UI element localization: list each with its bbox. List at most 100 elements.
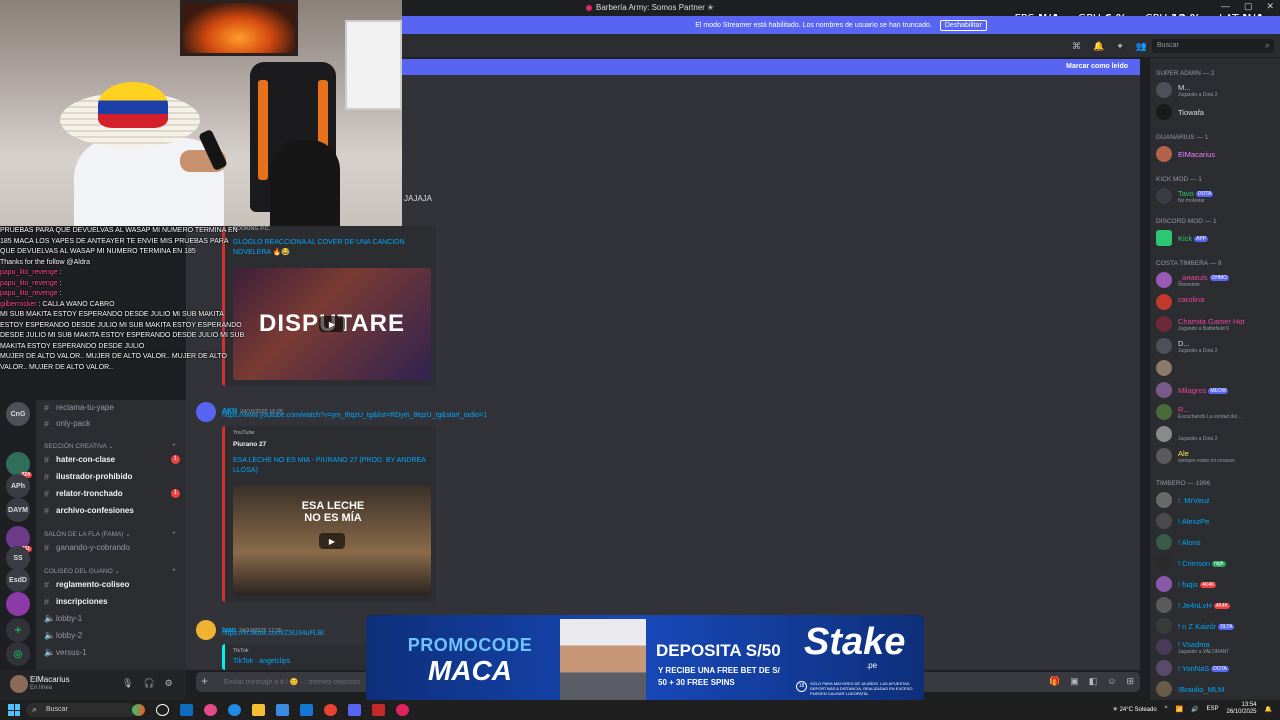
member-item[interactable]: ! Crimson high <box>1156 553 1280 573</box>
voice-channel-item[interactable]: 🔈 lobby-2 <box>44 628 184 643</box>
obs-icon[interactable] <box>372 704 385 716</box>
widget-icon[interactable] <box>132 704 145 716</box>
search-input[interactable]: Buscar ⌕ <box>1152 39 1274 53</box>
volume-icon[interactable]: 🔊 <box>1191 706 1198 713</box>
member-item[interactable]: Tiowafa <box>1156 102 1280 122</box>
app-icon[interactable] <box>396 704 409 716</box>
disable-streamer-button[interactable]: Deshabilitar <box>939 19 987 31</box>
weather-widget[interactable]: ☀ 24°C Soleado <box>1113 706 1157 713</box>
member-item[interactable]: ElMacarius <box>1156 144 1280 164</box>
chrome-icon[interactable] <box>324 704 337 716</box>
channel-item[interactable]: # reglamento-coliseo <box>44 577 184 592</box>
notifications-icon[interactable]: 🔔 <box>1265 706 1272 713</box>
store-icon[interactable] <box>276 704 289 716</box>
category-header[interactable]: SALÓN DE LA FLA (FAMA) ⌄ + <box>44 530 176 538</box>
play-icon[interactable]: ▶ <box>319 533 345 549</box>
member-item[interactable]: !Braulio_MLM <box>1156 679 1280 699</box>
channel-item[interactable]: # hater-con-clase 1 <box>44 452 184 467</box>
mark-as-read-button[interactable]: Marcar como leído <box>1066 63 1128 70</box>
channel-item[interactable]: # only-pack <box>44 416 184 431</box>
member-item[interactable]: ! fuqis 4K4K <box>1156 574 1280 594</box>
avatar[interactable] <box>10 675 28 693</box>
voice-channel-item[interactable]: 🔈 lobby-1 <box>44 611 184 626</box>
voice-channel-item[interactable]: 🔈 versus-1 <box>44 645 184 660</box>
channel-item[interactable]: # ganando-y-cobrando <box>44 540 184 555</box>
member-item[interactable]: Kick APP <box>1156 228 1280 248</box>
attach-button[interactable]: + <box>201 674 208 688</box>
new-messages-bar[interactable]: Marcar como leído <box>402 59 1140 75</box>
category-header[interactable]: COLISEO DEL GUANO ⌄ + <box>44 567 176 575</box>
member-item[interactable]: ! Alons <box>1156 532 1280 552</box>
member-item[interactable]: Chamita Gamer Hot Jugando a Battlefield 6 <box>1156 314 1280 334</box>
server-icon[interactable]: SS <box>6 546 30 570</box>
pin-icon[interactable]: ✦ <box>1116 41 1124 52</box>
taskbar-search[interactable]: ⌕ Buscar <box>26 703 136 717</box>
message-link[interactable]: https://vt.tiktok.com/ZSU34uFLB/ <box>222 630 324 637</box>
message-link[interactable]: https://www.youtube.com/watch?v=ym_8tqzU… <box>222 412 487 419</box>
maximize-button[interactable]: ▢ <box>1244 1 1253 12</box>
embed-video-thumbnail[interactable]: DISPUTARE ▶ <box>233 268 431 380</box>
member-item[interactable]: ! Je4nLvH 4K4K <box>1156 595 1280 615</box>
server-icon[interactable]: APh <box>6 474 30 498</box>
language-indicator[interactable]: ESP <box>1206 706 1218 712</box>
member-item[interactable] <box>1156 358 1280 378</box>
avatar[interactable] <box>196 620 216 640</box>
close-button[interactable]: ✕ <box>1266 1 1274 12</box>
category-header[interactable]: SECCIÓN CREATIVA ⌄ + <box>44 442 176 450</box>
embed-video-thumbnail[interactable]: ESA LECHE NO ES MÍA ▶ <box>233 486 431 596</box>
minimize-button[interactable]: — <box>1221 1 1230 12</box>
explore-servers-button[interactable]: ◎ <box>6 642 30 666</box>
member-item[interactable]: D... Jugando a Dota 2 <box>1156 336 1280 356</box>
channel-item[interactable]: # inscripciones <box>44 594 184 609</box>
threads-icon[interactable]: ⌘ <box>1072 41 1081 52</box>
gif-icon[interactable]: ▣ <box>1070 676 1079 687</box>
member-item[interactable]: Jugando a Dota 2 <box>1156 424 1280 444</box>
member-item[interactable]: Ale siempre estas mi corazon <box>1156 446 1280 466</box>
task-view-icon[interactable] <box>156 704 169 716</box>
gift-icon[interactable]: 🎁 <box>1049 676 1060 687</box>
outlook-icon[interactable] <box>300 704 313 716</box>
member-item[interactable]: ! AlexzPe <box>1156 511 1280 531</box>
member-item[interactable]: ! Vsadma Jugando a VALORANT <box>1156 637 1280 657</box>
server-icon[interactable]: EsdD <box>6 568 30 592</box>
add-channel-icon[interactable]: + <box>172 442 176 449</box>
member-item[interactable]: Milagros MEOW <box>1156 380 1280 400</box>
server-icon[interactable] <box>6 592 30 616</box>
server-icon[interactable]: 224 <box>6 452 32 478</box>
member-item[interactable]: ! .MrVeuz <box>1156 490 1280 510</box>
emoji-icon[interactable]: ☺ <box>1107 676 1116 687</box>
member-item[interactable]: carolina <box>1156 292 1280 312</box>
members-icon[interactable]: 👥 <box>1136 41 1147 52</box>
gear-icon[interactable]: ⚙ <box>165 678 173 689</box>
edge-icon[interactable] <box>228 704 241 716</box>
headphones-icon[interactable]: 🎧 <box>143 678 154 689</box>
member-item[interactable]: ! n Z Kaizôr DLTA <box>1156 616 1280 636</box>
clock[interactable]: 13:54 26/10/2025 <box>1226 702 1256 716</box>
file-manager-icon[interactable] <box>180 704 193 716</box>
member-item[interactable]: M... Jugando a Dota 2 <box>1156 80 1280 100</box>
microphone-icon[interactable]: 🎙 <box>122 678 133 689</box>
member-item[interactable]: ! YonNaS DOTA <box>1156 658 1280 678</box>
member-item[interactable]: _анакuis OHMO/moenime <box>1156 270 1280 290</box>
wifi-icon[interactable]: 📶 <box>1176 706 1183 713</box>
server-icon[interactable]: DAYM <box>6 498 30 522</box>
windows-start-icon[interactable] <box>8 704 20 716</box>
sticker-icon[interactable]: ◧ <box>1089 676 1098 687</box>
add-channel-icon[interactable]: + <box>172 567 176 574</box>
member-item[interactable]: R... Escuchando La verdad del... <box>1156 402 1280 422</box>
channel-item[interactable]: # ilustrador-prohibido <box>44 469 184 484</box>
embed-title-link[interactable]: GLOGLO REACCIONA AL COVER DE UNA CANCION… <box>233 238 433 258</box>
tray-chevron-icon[interactable]: ^ <box>1165 706 1168 712</box>
channel-item[interactable]: # archivo-confesiones <box>44 503 184 518</box>
member-item[interactable]: Tavo DOTA No molestar <box>1156 186 1280 206</box>
embed-title-link[interactable]: TikTok · angelclips <box>233 658 290 665</box>
username[interactable]: ElMacarius <box>30 675 70 684</box>
embed-author[interactable]: Piurano 27 <box>233 441 266 448</box>
folder-icon[interactable] <box>252 704 265 716</box>
bell-icon[interactable]: 🔔 <box>1093 41 1104 52</box>
apps-icon[interactable]: ⊞ <box>1126 676 1134 687</box>
add-server-button[interactable]: + <box>6 618 30 642</box>
add-channel-icon[interactable]: + <box>172 530 176 537</box>
embed-title-link[interactable]: ESA LECHE NO ES MIA - PIURANO 27 (PROD. … <box>233 456 433 476</box>
play-icon[interactable]: ▶ <box>319 316 345 332</box>
